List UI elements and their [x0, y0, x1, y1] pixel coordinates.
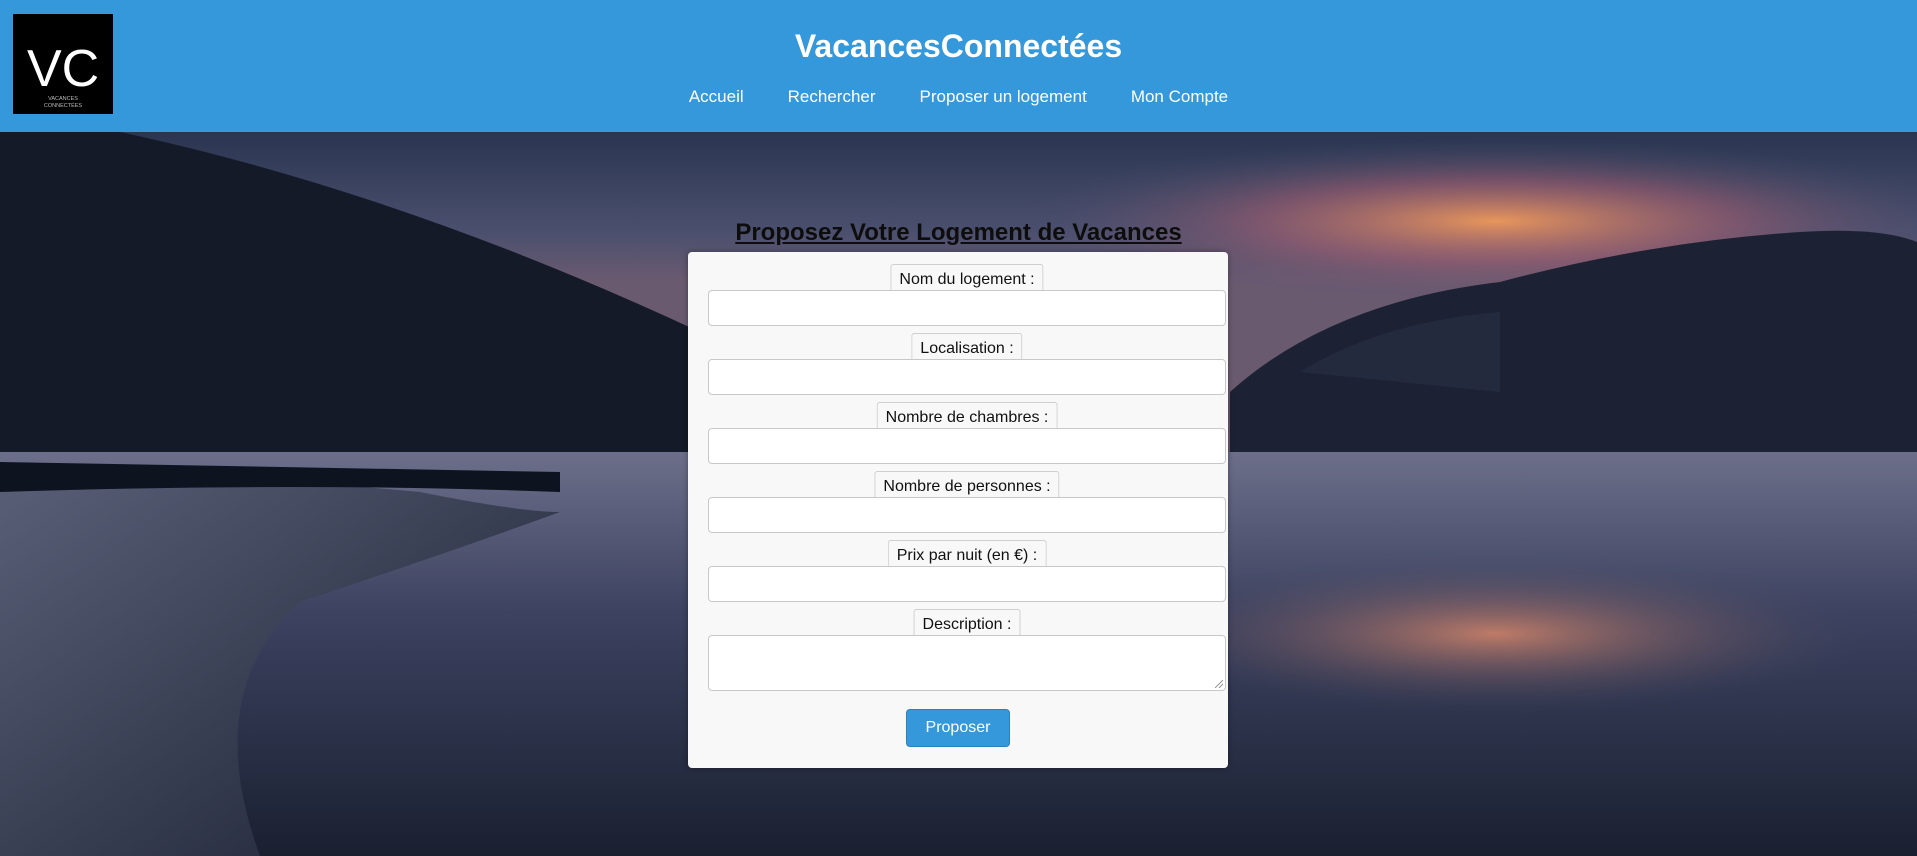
description-textarea[interactable] — [708, 635, 1226, 691]
prix-nuit-label: Prix par nuit (en €) : — [887, 540, 1047, 568]
propose-form: Nom du logement : Localisation : Nombre … — [688, 252, 1228, 768]
description-label: Description : — [913, 609, 1021, 637]
nombre-personnes-label: Nombre de personnes : — [874, 471, 1060, 499]
site-brand[interactable]: VacancesConnectées — [0, 28, 1917, 65]
proposer-button[interactable]: Proposer — [906, 709, 1010, 747]
nom-logement-label: Nom du logement : — [890, 264, 1044, 292]
localisation-label: Localisation : — [911, 333, 1023, 361]
resize-handle-icon[interactable] — [1215, 680, 1223, 688]
nom-logement-input[interactable] — [708, 290, 1226, 326]
page-title: Proposez Votre Logement de Vacances — [735, 219, 1182, 247]
nav-accueil[interactable]: Accueil — [689, 87, 744, 107]
main-nav: Accueil Rechercher Proposer un logement … — [0, 87, 1917, 107]
nombre-chambres-label: Nombre de chambres : — [876, 402, 1058, 430]
site-header: VC VACANCES CONNECTÉES VacancesConnectée… — [0, 0, 1917, 132]
nombre-chambres-input[interactable] — [708, 428, 1226, 464]
prix-nuit-input[interactable] — [708, 566, 1226, 602]
localisation-input[interactable] — [708, 359, 1226, 395]
nav-proposer-logement[interactable]: Proposer un logement — [920, 87, 1087, 107]
nombre-personnes-input[interactable] — [708, 497, 1226, 533]
nav-mon-compte[interactable]: Mon Compte — [1131, 87, 1228, 107]
nav-rechercher[interactable]: Rechercher — [788, 87, 876, 107]
